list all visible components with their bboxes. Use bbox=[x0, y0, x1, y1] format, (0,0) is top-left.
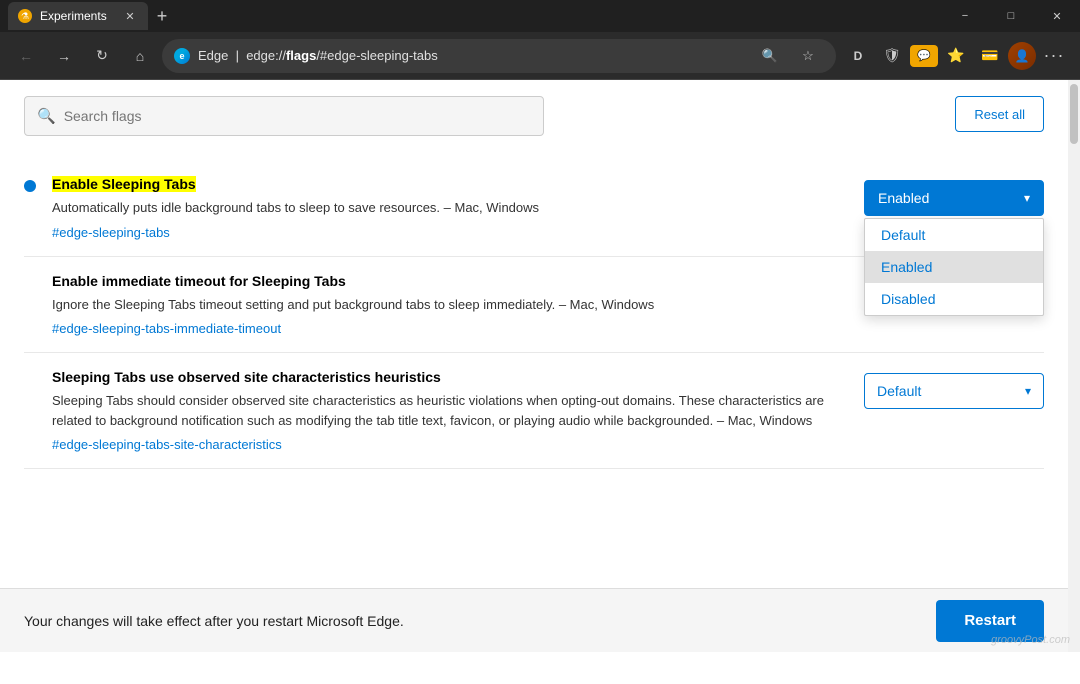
address-domain: flags bbox=[286, 48, 316, 63]
tab-favicon: ⚗ bbox=[18, 9, 32, 23]
dropdown-selected-value: Enabled bbox=[878, 190, 929, 206]
dropdown-menu: Default Enabled Disabled bbox=[864, 218, 1044, 316]
toolbar: ← → ↻ ⌂ e Edge | edge://flags/#edge-slee… bbox=[0, 32, 1080, 80]
flag-title-2: Enable immediate timeout for Sleeping Ta… bbox=[52, 273, 848, 289]
refresh-button[interactable]: ↻ bbox=[86, 40, 118, 72]
shield-icon[interactable]: 🛡 bbox=[876, 40, 908, 72]
close-button[interactable]: ✕ bbox=[1034, 0, 1080, 32]
titlebar-left: ⚗ Experiments ✕ + bbox=[8, 2, 176, 30]
dropdown-arrow-icon-3: ▾ bbox=[1025, 384, 1031, 398]
address-hash: /#edge-sleeping-tabs bbox=[316, 48, 437, 63]
page: 🔍 Reset all Enable Sleeping Tabs Automat… bbox=[0, 80, 1080, 652]
flag-description-3: Sleeping Tabs should consider observed s… bbox=[52, 391, 848, 430]
reset-all-button[interactable]: Reset all bbox=[955, 96, 1044, 132]
address-bar[interactable]: e Edge | edge://flags/#edge-sleeping-tab… bbox=[162, 39, 836, 73]
edge-icon: e bbox=[174, 48, 190, 64]
search-row: 🔍 Reset all bbox=[24, 96, 1044, 136]
address-scheme: edge:// bbox=[246, 48, 286, 63]
active-tab[interactable]: ⚗ Experiments ✕ bbox=[8, 2, 148, 30]
search-box[interactable]: 🔍 bbox=[24, 96, 544, 136]
restore-button[interactable]: □ bbox=[988, 0, 1034, 32]
window-controls: − □ ✕ bbox=[942, 0, 1080, 32]
flag-link-2[interactable]: #edge-sleeping-tabs-immediate-timeout bbox=[52, 321, 281, 336]
address-text: Edge | edge://flags/#edge-sleeping-tabs bbox=[198, 48, 438, 63]
back-button[interactable]: ← bbox=[10, 40, 42, 72]
wallet-icon[interactable]: 💳 bbox=[974, 40, 1006, 72]
avatar[interactable]: 👤 bbox=[1008, 42, 1036, 70]
tab-close-button[interactable]: ✕ bbox=[122, 8, 138, 24]
flag-title: Enable Sleeping Tabs bbox=[52, 176, 848, 192]
collections-icon[interactable]: ⭐ bbox=[940, 40, 972, 72]
content-area: 🔍 Reset all Enable Sleeping Tabs Automat… bbox=[0, 80, 1068, 652]
flag-item-site-characteristics: Sleeping Tabs use observed site characte… bbox=[24, 353, 1044, 469]
feedback-icon[interactable]: 💬 bbox=[910, 45, 938, 67]
dropdown-option-default[interactable]: Default bbox=[865, 219, 1043, 251]
search-page-icon[interactable]: 🔍 bbox=[754, 40, 786, 72]
dropdown-arrow-icon: ▾ bbox=[1024, 191, 1030, 205]
flag-main-content-2: Enable immediate timeout for Sleeping Ta… bbox=[52, 273, 848, 337]
default-dropdown-button-3[interactable]: Default ▾ bbox=[864, 373, 1044, 409]
forward-button[interactable]: → bbox=[48, 40, 80, 72]
address-brand: Edge bbox=[198, 48, 228, 63]
flag-title-3: Sleeping Tabs use observed site characte… bbox=[52, 369, 848, 385]
scrollbar-thumb[interactable] bbox=[1070, 84, 1078, 144]
bottom-bar: Your changes will take effect after you … bbox=[0, 588, 1068, 652]
more-menu-button[interactable]: ··· bbox=[1038, 40, 1070, 72]
search-area: 🔍 Reset all bbox=[0, 80, 1068, 152]
dashlane-icon[interactable]: D bbox=[842, 40, 874, 72]
favorites-icon[interactable]: ☆ bbox=[792, 40, 824, 72]
flag-link-3[interactable]: #edge-sleeping-tabs-site-characteristics bbox=[52, 437, 282, 452]
flag-dot-indicator bbox=[24, 180, 36, 192]
flag-description-2: Ignore the Sleeping Tabs timeout setting… bbox=[52, 295, 848, 315]
flag-item-sleeping-tabs: Enable Sleeping Tabs Automatically puts … bbox=[24, 160, 1044, 257]
search-icon: 🔍 bbox=[37, 107, 56, 125]
dropdown-option-disabled[interactable]: Disabled bbox=[865, 283, 1043, 315]
flag-title-text: Enable Sleeping Tabs bbox=[52, 176, 196, 192]
toolbar-icons: D 🛡 💬 ⭐ 💳 👤 ··· bbox=[842, 40, 1070, 72]
flags-list: Enable Sleeping Tabs Automatically puts … bbox=[0, 152, 1068, 588]
dropdown-selected-value-3: Default bbox=[877, 383, 921, 399]
search-input[interactable] bbox=[64, 108, 531, 124]
flag-main-content: Enable Sleeping Tabs Automatically puts … bbox=[52, 176, 848, 240]
flag-title-text-3: Sleeping Tabs use observed site characte… bbox=[52, 369, 441, 385]
enabled-dropdown-button[interactable]: Enabled ▾ bbox=[864, 180, 1044, 216]
titlebar: ⚗ Experiments ✕ + − □ ✕ bbox=[0, 0, 1080, 32]
flag-description: Automatically puts idle background tabs … bbox=[52, 198, 848, 218]
flag-main-content-3: Sleeping Tabs use observed site characte… bbox=[52, 369, 848, 452]
tab-label: Experiments bbox=[40, 9, 107, 23]
dropdown-option-enabled[interactable]: Enabled bbox=[865, 251, 1043, 283]
minimize-button[interactable]: − bbox=[942, 0, 988, 32]
scrollbar-track[interactable] bbox=[1068, 80, 1080, 652]
flag-control-3: Default ▾ bbox=[864, 373, 1044, 409]
flag-title-text-2: Enable immediate timeout for Sleeping Ta… bbox=[52, 273, 346, 289]
home-button[interactable]: ⌂ bbox=[124, 40, 156, 72]
restart-message: Your changes will take effect after you … bbox=[24, 613, 404, 629]
flag-link[interactable]: #edge-sleeping-tabs bbox=[52, 225, 170, 240]
new-tab-button[interactable]: + bbox=[148, 2, 176, 30]
flag-control: Enabled ▾ Default Enabled Disabled bbox=[864, 180, 1044, 216]
watermark: groovyPost.com bbox=[991, 634, 1070, 646]
